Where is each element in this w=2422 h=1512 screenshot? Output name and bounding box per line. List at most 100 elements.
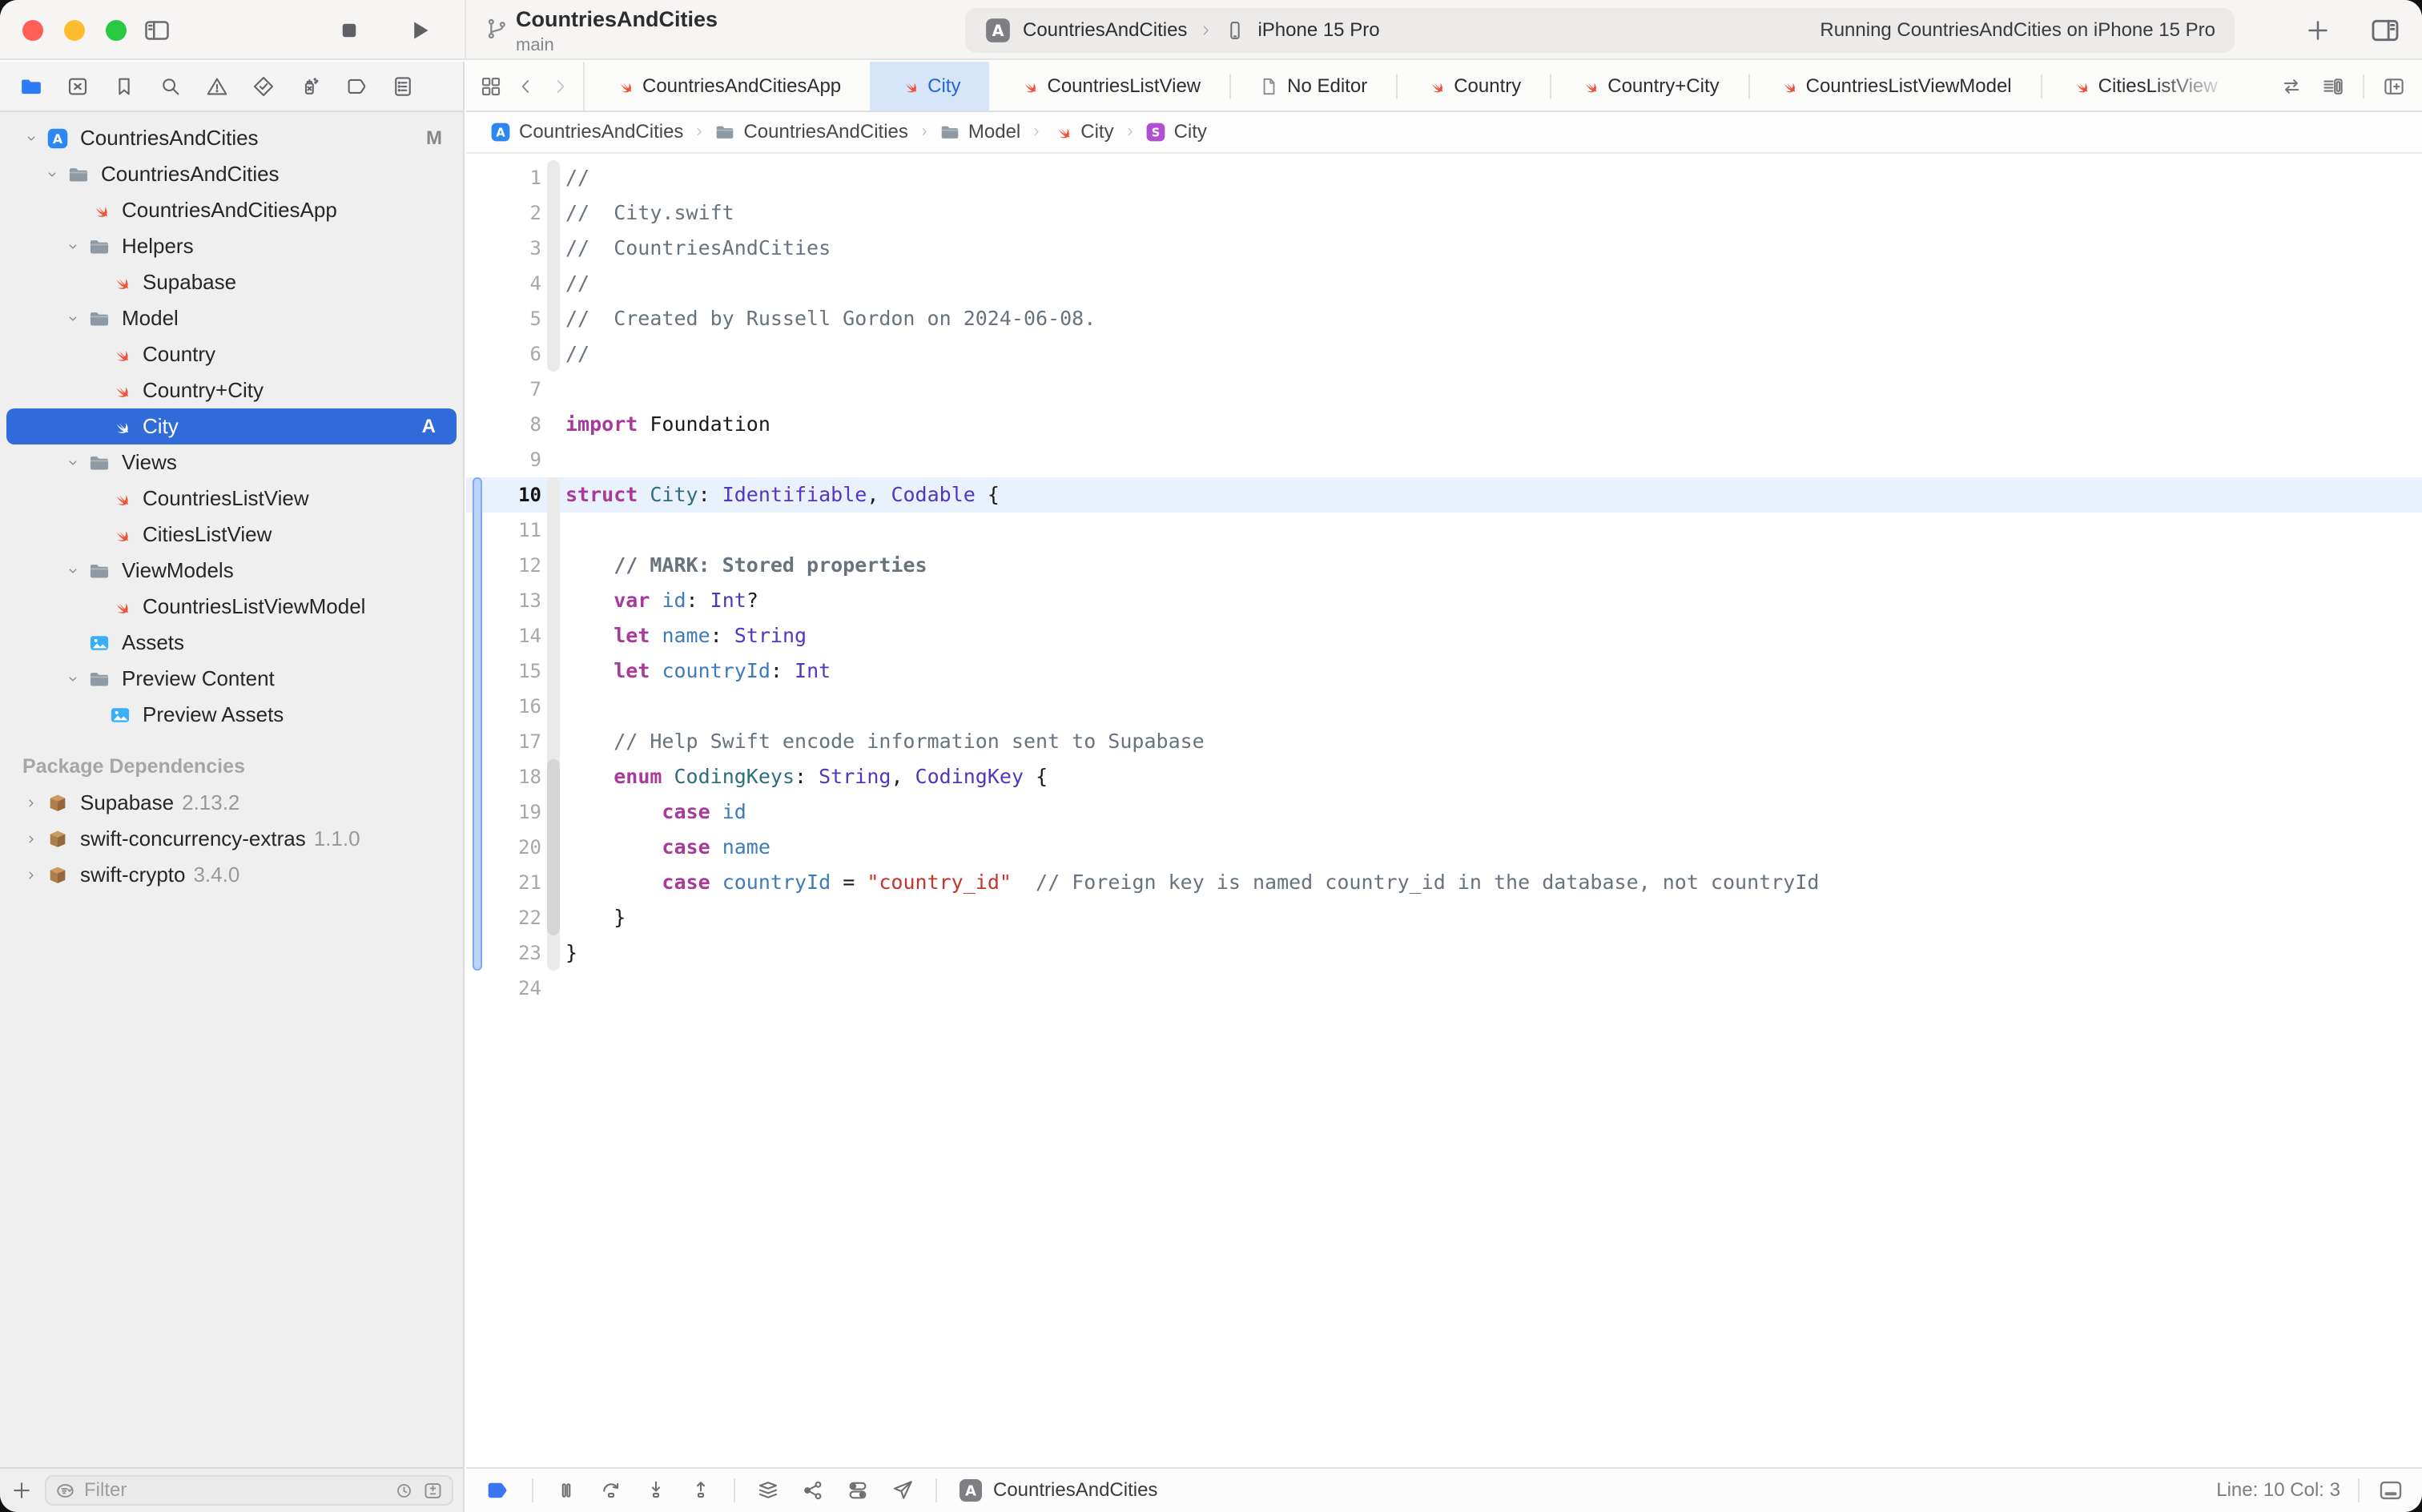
code-line-16[interactable]: 16 <box>466 689 2422 724</box>
sidebar-item-countrieslistview[interactable]: CountriesListView <box>0 481 463 517</box>
code-line-5[interactable]: 5// Created by Russell Gordon on 2024-06… <box>466 301 2422 336</box>
editor-tab-citieslistview[interactable]: CitiesListView <box>2041 62 2242 111</box>
scheme-selector[interactable]: A CountriesAndCities iPhone 15 Pro Runni… <box>965 8 2235 53</box>
source-control-filter-icon[interactable] <box>422 1480 444 1502</box>
step-over-icon[interactable] <box>599 1478 623 1502</box>
breadcrumb-item[interactable]: CountriesAndCities <box>714 121 907 143</box>
new-tab-button-icon[interactable] <box>2303 16 2332 45</box>
sidebar-item-city[interactable]: CityA <box>6 408 457 444</box>
fold-ribbon[interactable] <box>547 759 560 935</box>
minimize-window-button[interactable] <box>64 20 85 41</box>
toggle-navigator-icon[interactable] <box>143 16 171 45</box>
package-supabase[interactable]: Supabase2.13.2 <box>0 785 463 821</box>
code-review-icon[interactable] <box>2279 74 2303 99</box>
code-line-9[interactable]: 9 <box>466 442 2422 477</box>
disclosure-chevron-icon[interactable] <box>66 672 88 686</box>
sidebar-item-viewmodels[interactable]: ViewModels <box>0 553 463 589</box>
editor-tab-country[interactable]: Country <box>1396 62 1550 111</box>
env-overrides-icon[interactable] <box>846 1478 870 1502</box>
find-navigator[interactable] <box>159 74 183 99</box>
toggle-debug-area-icon[interactable] <box>2377 1477 2404 1504</box>
disclosure-chevron-icon[interactable] <box>66 312 88 326</box>
scheme-name[interactable]: CountriesAndCities <box>1023 19 1187 42</box>
package-swift-concurrency-extras[interactable]: swift-concurrency-extras1.1.0 <box>0 821 463 857</box>
sidebar-item-country-city[interactable]: Country+City <box>0 372 463 408</box>
breakpoints-navigator[interactable] <box>344 74 368 99</box>
step-into-icon[interactable] <box>644 1478 668 1502</box>
sidebar-item-helpers[interactable]: Helpers <box>0 228 463 264</box>
issues-navigator[interactable] <box>205 74 229 99</box>
sidebar-item-views[interactable]: Views <box>0 444 463 481</box>
sidebar-item-supabase[interactable]: Supabase <box>0 264 463 300</box>
zoom-window-button[interactable] <box>106 20 127 41</box>
tests-navigator[interactable] <box>251 74 276 99</box>
filter-field[interactable]: Filter <box>45 1475 453 1506</box>
breadcrumb-item[interactable]: Model <box>939 121 1020 143</box>
code-line-23[interactable]: 23} <box>466 935 2422 971</box>
tab-overview-icon[interactable] <box>479 74 503 99</box>
reports-navigator[interactable] <box>391 74 415 99</box>
sidebar-item-countriesandcities[interactable]: ACountriesAndCitiesM <box>0 120 463 156</box>
close-window-button[interactable] <box>22 20 43 41</box>
disclosure-chevron-icon[interactable] <box>24 131 46 146</box>
go-forward-icon[interactable] <box>549 76 570 97</box>
code-line-19[interactable]: 19 case id <box>466 794 2422 830</box>
disclosure-chevron-icon[interactable] <box>24 832 46 846</box>
sidebar-item-countriesandcitiesapp[interactable]: CountriesAndCitiesApp <box>0 192 463 228</box>
breadcrumb-item[interactable]: City <box>1052 121 1113 143</box>
fold-ribbon[interactable] <box>547 160 560 372</box>
package-swift-crypto[interactable]: swift-crypto3.4.0 <box>0 857 463 893</box>
code-line-22[interactable]: 22 } <box>466 900 2422 935</box>
sidebar-item-country[interactable]: Country <box>0 336 463 372</box>
stop-button-icon[interactable] <box>335 16 364 45</box>
project-navigator[interactable] <box>19 74 43 99</box>
code-line-3[interactable]: 3// CountriesAndCities <box>466 231 2422 266</box>
breakpoint-fill-icon[interactable] <box>484 1477 511 1504</box>
editor-tab-city[interactable]: City <box>870 62 989 111</box>
code-line-24[interactable]: 24 <box>466 971 2422 1006</box>
sidebar-item-preview-content[interactable]: Preview Content <box>0 661 463 697</box>
code-line-4[interactable]: 4// <box>466 266 2422 301</box>
code-line-11[interactable]: 11 <box>466 513 2422 548</box>
filter-icon[interactable] <box>54 1480 76 1502</box>
code-line-2[interactable]: 2// City.swift <box>466 195 2422 231</box>
code-line-1[interactable]: 1// <box>466 160 2422 195</box>
code-line-12[interactable]: 12 // MARK: Stored properties <box>466 548 2422 583</box>
code-line-21[interactable]: 21 case countryId = "country_id" // Fore… <box>466 865 2422 900</box>
disclosure-chevron-icon[interactable] <box>66 239 88 254</box>
source-control-navigator[interactable] <box>66 74 90 99</box>
sidebar-item-citieslistview[interactable]: CitiesListView <box>0 517 463 553</box>
breadcrumb-item[interactable]: ACountriesAndCities <box>490 121 683 143</box>
code-line-10[interactable]: 10struct City: Identifiable, Codable { <box>466 477 2422 513</box>
memory-graph-icon[interactable] <box>801 1478 825 1502</box>
code-line-15[interactable]: 15 let countryId: Int <box>466 653 2422 689</box>
editor-tab-country-city[interactable]: Country+City <box>1550 62 1748 111</box>
run-button-icon[interactable] <box>405 16 434 45</box>
editor-tab-countrieslistviewmodel[interactable]: CountriesListViewModel <box>1748 62 2041 111</box>
sidebar-item-assets[interactable]: Assets <box>0 625 463 661</box>
code-line-6[interactable]: 6// <box>466 336 2422 372</box>
view-hierarchy-icon[interactable] <box>756 1478 780 1502</box>
code-line-18[interactable]: 18 enum CodingKeys: String, CodingKey { <box>466 759 2422 794</box>
toggle-inspector-icon[interactable] <box>2369 14 2401 46</box>
add-editor-icon[interactable] <box>2382 74 2406 99</box>
editor-options-icon[interactable] <box>2321 74 2345 99</box>
code-line-8[interactable]: 8import Foundation <box>466 407 2422 442</box>
code-line-14[interactable]: 14 let name: String <box>466 618 2422 653</box>
pause-icon[interactable] <box>554 1478 578 1502</box>
sidebar-item-model[interactable]: Model <box>0 300 463 336</box>
sidebar-item-countrieslistviewmodel[interactable]: CountriesListViewModel <box>0 589 463 625</box>
editor-tab-countrieslistview[interactable]: CountriesListView <box>989 62 1229 111</box>
location-icon[interactable] <box>891 1478 915 1502</box>
code-line-20[interactable]: 20 case name <box>466 830 2422 865</box>
disclosure-chevron-icon[interactable] <box>66 564 88 578</box>
disclosure-chevron-icon[interactable] <box>24 796 46 810</box>
editor-tab-no-editor[interactable]: No Editor <box>1229 62 1396 111</box>
bookmarks-navigator[interactable] <box>112 74 136 99</box>
sidebar-item-preview-assets[interactable]: Preview Assets <box>0 697 463 733</box>
disclosure-chevron-icon[interactable] <box>24 868 46 883</box>
code-line-13[interactable]: 13 var id: Int? <box>466 583 2422 618</box>
code-line-7[interactable]: 7 <box>466 372 2422 407</box>
debug-navigator[interactable] <box>298 74 322 99</box>
code-area[interactable]: 1//2// City.swift3// CountriesAndCities4… <box>466 154 2422 1006</box>
